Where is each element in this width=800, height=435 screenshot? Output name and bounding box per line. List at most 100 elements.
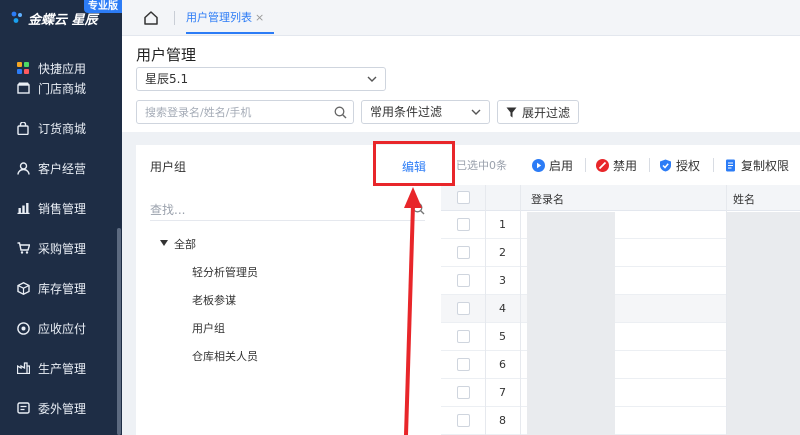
sidebar-item-receivables[interactable]: 应收应付	[0, 316, 122, 340]
apps-grid-icon	[16, 61, 30, 75]
ban-circle-icon	[596, 158, 609, 172]
disable-label: 禁用	[613, 158, 638, 173]
enable-label: 启用	[549, 158, 574, 173]
edition-badge: 专业版	[84, 0, 122, 13]
org-select[interactable]: 星辰5.1	[136, 67, 386, 91]
sidebar-item-label: 客户经营	[38, 161, 87, 176]
row-number: 3	[499, 274, 506, 287]
row-number: 8	[499, 414, 506, 427]
group-search-box[interactable]	[150, 199, 425, 221]
sidebar-item-order-mall[interactable]: 订货商城	[0, 116, 122, 140]
sidebar-scrollbar[interactable]	[117, 228, 121, 435]
redacted-login-column	[527, 212, 615, 435]
active-tab-indicator	[186, 32, 274, 34]
user-search-input[interactable]	[145, 104, 325, 120]
home-icon	[144, 11, 158, 25]
row-checkbox[interactable]	[457, 274, 470, 287]
authorize-button[interactable]: 授权	[659, 157, 700, 173]
bag-icon	[16, 121, 30, 135]
column-divider	[485, 185, 486, 435]
sidebar-item-store-mall[interactable]: 门店商城	[0, 76, 122, 100]
tree-node-group[interactable]: 轻分析管理员	[192, 264, 258, 280]
group-search-input[interactable]	[150, 202, 405, 218]
user-search-box[interactable]	[136, 100, 354, 124]
row-checkbox[interactable]	[457, 302, 470, 315]
copy-document-icon	[726, 159, 735, 171]
row-checkbox[interactable]	[457, 330, 470, 343]
toolbar-separator	[649, 158, 650, 172]
tree-node-all[interactable]: 全部	[174, 236, 196, 252]
outsource-icon	[16, 401, 30, 415]
row-checkbox[interactable]	[457, 218, 470, 231]
group-panel-title: 用户组	[150, 160, 187, 174]
toolbar-separator	[585, 158, 586, 172]
copy-permission-label: 复制权限	[741, 158, 790, 173]
sidebar: 金蝶云 星辰 专业版 快捷应用 门店商城 订货商城 客户经营 销售管理 采购管理…	[0, 0, 122, 435]
tab-separator	[174, 11, 175, 25]
authorize-label: 授权	[676, 158, 701, 173]
column-header-name[interactable]: 姓名	[733, 191, 755, 207]
box-icon	[16, 281, 30, 295]
selected-count: 已选中0条	[456, 159, 507, 172]
row-number: 7	[499, 386, 506, 399]
row-number: 2	[499, 246, 506, 259]
home-button[interactable]	[142, 9, 160, 27]
row-checkbox[interactable]	[457, 358, 470, 371]
sales-chart-icon	[16, 201, 30, 215]
user-group-panel: 用户组 编辑 全部 轻分析管理员 老板参谋 用户组 仓库相关人员	[136, 145, 441, 435]
chevron-down-icon	[471, 109, 481, 115]
chevron-down-icon	[367, 76, 377, 82]
sidebar-item-label: 门店商城	[38, 81, 87, 96]
row-checkbox[interactable]	[457, 386, 470, 399]
sidebar-item-production[interactable]: 生产管理	[0, 356, 122, 380]
factory-icon	[16, 361, 30, 375]
edit-highlight-box	[373, 141, 455, 186]
filter-icon	[506, 107, 517, 117]
toolbar-separator	[713, 158, 714, 172]
sidebar-item-sales[interactable]: 销售管理	[0, 196, 122, 220]
sidebar-item-label: 销售管理	[38, 201, 87, 216]
common-filter-label: 常用条件过滤	[370, 105, 443, 119]
row-checkbox[interactable]	[457, 414, 470, 427]
tab-label: 用户管理列表	[186, 11, 252, 24]
expand-filter-label: 展开过滤	[522, 105, 571, 120]
sidebar-item-label: 生产管理	[38, 361, 87, 376]
tab-close-icon[interactable]: ×	[255, 11, 264, 24]
app-logo[interactable]: 金蝶云 星辰 专业版	[0, 0, 122, 36]
column-header-login[interactable]: 登录名	[531, 191, 564, 207]
enable-button[interactable]: 启用	[532, 157, 573, 173]
tab-user-management-list[interactable]: 用户管理列表 ×	[186, 8, 264, 28]
sidebar-item-outsourcing[interactable]: 委外管理	[0, 396, 122, 420]
sidebar-item-label: 采购管理	[38, 241, 87, 256]
row-number: 4	[499, 302, 506, 315]
org-select-value: 星辰5.1	[145, 72, 189, 86]
expand-filter-button[interactable]: 展开过滤	[497, 100, 579, 124]
sidebar-item-inventory[interactable]: 库存管理	[0, 276, 122, 300]
tree-node-group[interactable]: 用户组	[192, 320, 225, 336]
search-icon[interactable]	[412, 202, 425, 215]
copy-permission-button[interactable]: 复制权限	[724, 157, 789, 173]
select-all-checkbox[interactable]	[457, 191, 470, 204]
tab-bar: 用户管理列表 ×	[122, 0, 800, 36]
row-number: 5	[499, 330, 506, 343]
finance-icon	[16, 321, 30, 335]
tree-node-group[interactable]: 仓库相关人员	[192, 348, 258, 364]
sidebar-item-label: 委外管理	[38, 401, 87, 416]
tree-node-group[interactable]: 老板参谋	[192, 292, 236, 308]
sidebar-item-customer[interactable]: 客户经营	[0, 156, 122, 180]
shield-check-icon	[660, 159, 671, 171]
disable-button[interactable]: 禁用	[596, 157, 637, 173]
search-icon[interactable]	[334, 106, 347, 119]
page-title: 用户管理	[136, 46, 197, 64]
row-checkbox[interactable]	[457, 246, 470, 259]
store-icon	[16, 81, 30, 95]
common-filter-select[interactable]: 常用条件过滤	[361, 100, 490, 124]
user-toolbar: 已选中0条 启用 禁用 授权 复制权限	[441, 145, 800, 185]
tree-expand-caret-icon[interactable]	[160, 240, 168, 246]
table-header: 登录名 姓名	[441, 185, 800, 211]
row-number: 1	[499, 218, 506, 231]
play-circle-icon	[532, 158, 545, 172]
customer-icon	[16, 161, 30, 175]
sidebar-item-purchase[interactable]: 采购管理	[0, 236, 122, 260]
column-divider	[520, 185, 521, 435]
